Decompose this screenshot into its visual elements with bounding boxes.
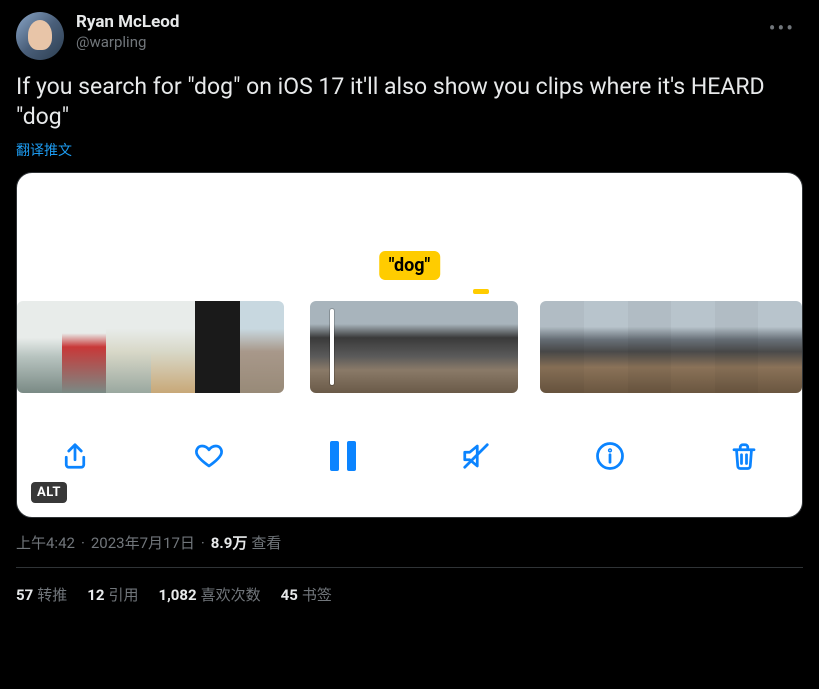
- thumb: [414, 301, 466, 393]
- thumb: [106, 301, 151, 393]
- delete-button[interactable]: [722, 434, 766, 478]
- trash-icon: [729, 441, 759, 471]
- thumb: [715, 301, 759, 393]
- thumb: [195, 301, 240, 393]
- pause-button[interactable]: [321, 434, 365, 478]
- quotes-stat[interactable]: 12引用: [87, 584, 138, 605]
- thumb: [151, 301, 196, 393]
- likes-stat[interactable]: 1,082喜欢次数: [158, 584, 260, 605]
- thumb: [466, 301, 518, 393]
- caption-badge: "dog": [379, 251, 441, 280]
- info-button[interactable]: [588, 434, 632, 478]
- pause-icon: [330, 441, 356, 471]
- thumb: [584, 301, 628, 393]
- thumb: [671, 301, 715, 393]
- share-icon: [60, 441, 90, 471]
- display-name[interactable]: Ryan McLeod: [76, 12, 749, 32]
- thumb: [758, 301, 802, 393]
- separator: ·: [201, 534, 205, 552]
- tweet-header: Ryan McLeod @warpling •••: [16, 12, 803, 60]
- separator: ·: [81, 534, 85, 552]
- media-card[interactable]: "dog": [16, 172, 803, 518]
- stats-row: 57转推 12引用 1,082喜欢次数 45书签: [16, 568, 803, 605]
- retweets-stat[interactable]: 57转推: [16, 584, 67, 605]
- thumb: [62, 301, 107, 393]
- media-toolbar: [17, 413, 802, 517]
- translate-link[interactable]: 翻译推文: [16, 140, 72, 160]
- tweet-text: If you search for "dog" on iOS 17 it'll …: [16, 72, 803, 132]
- tweet-date[interactable]: 2023年7月17日: [91, 532, 195, 553]
- thumbnail-scrubber[interactable]: [17, 301, 802, 393]
- views-label: 查看: [251, 532, 281, 553]
- like-button[interactable]: [187, 434, 231, 478]
- thumb: [362, 301, 414, 393]
- more-icon[interactable]: •••: [761, 12, 803, 44]
- views-count[interactable]: 8.9万: [211, 532, 248, 553]
- tweet-container: Ryan McLeod @warpling ••• If you search …: [0, 0, 819, 617]
- clip-group-3[interactable]: [540, 301, 802, 393]
- meta-row: 上午4:42 · 2023年7月17日 · 8.9万 查看: [16, 532, 803, 568]
- user-handle[interactable]: @warpling: [76, 32, 749, 52]
- heart-icon: [194, 441, 224, 471]
- thumb: [540, 301, 584, 393]
- thumb: [17, 301, 62, 393]
- thumb: [628, 301, 672, 393]
- info-icon: [595, 441, 625, 471]
- tweet-time[interactable]: 上午4:42: [16, 532, 75, 553]
- clip-group-1[interactable]: [17, 301, 284, 393]
- share-button[interactable]: [53, 434, 97, 478]
- clip-group-2[interactable]: [310, 301, 518, 393]
- mute-icon: [461, 441, 491, 471]
- avatar[interactable]: [16, 12, 64, 60]
- user-info: Ryan McLeod @warpling: [76, 12, 749, 52]
- bookmarks-stat[interactable]: 45书签: [281, 584, 332, 605]
- thumb: [310, 301, 362, 393]
- mute-button[interactable]: [454, 434, 498, 478]
- playhead-marker: [473, 289, 489, 294]
- alt-badge[interactable]: ALT: [31, 482, 67, 503]
- thumb: [240, 301, 285, 393]
